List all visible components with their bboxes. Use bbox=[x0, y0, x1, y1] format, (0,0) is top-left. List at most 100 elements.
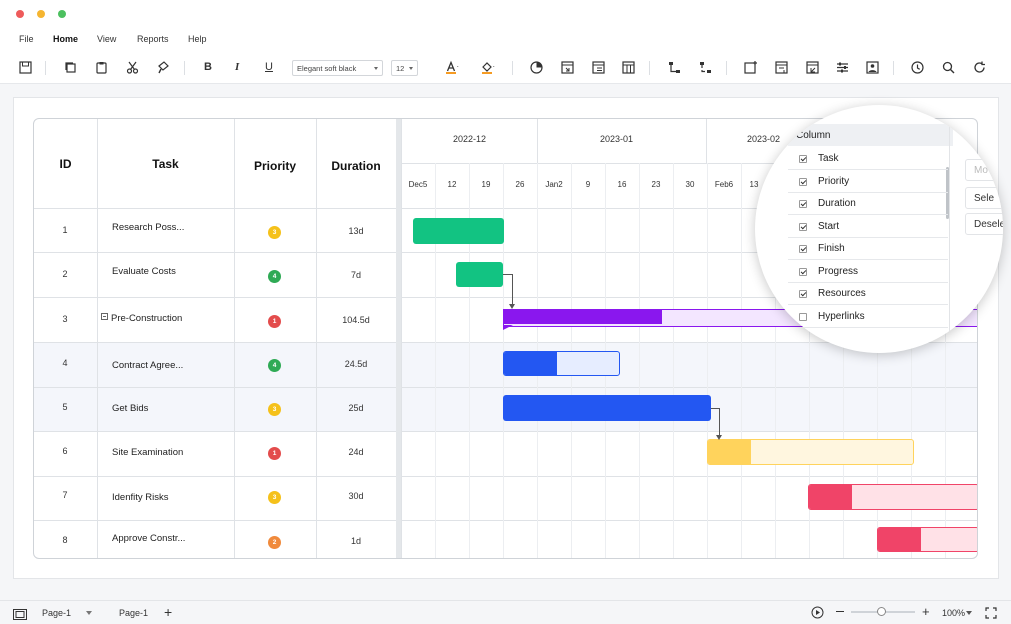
checkbox-icon[interactable] bbox=[799, 268, 807, 276]
add-row-icon[interactable] bbox=[743, 60, 758, 75]
font-family-select[interactable]: Elegant soft black bbox=[292, 60, 383, 76]
image-icon[interactable] bbox=[865, 60, 880, 75]
underline-button[interactable]: U bbox=[265, 61, 273, 73]
save-icon[interactable] bbox=[18, 60, 33, 75]
page-select[interactable]: Page-1 bbox=[42, 608, 71, 618]
menu-reports[interactable]: Reports bbox=[137, 34, 169, 44]
task-bar[interactable] bbox=[877, 527, 977, 552]
font-family-value: Elegant soft black bbox=[297, 64, 357, 73]
checkbox-icon[interactable] bbox=[799, 245, 807, 253]
month-2023-02: 2023-02 bbox=[747, 134, 781, 144]
zoom-slider-handle[interactable] bbox=[877, 607, 886, 616]
copy-icon[interactable] bbox=[63, 60, 78, 75]
menu-help[interactable]: Help bbox=[188, 34, 207, 44]
column-option-duration[interactable]: Duration bbox=[788, 193, 948, 215]
task-name[interactable]: Idenfity Risks bbox=[112, 492, 169, 503]
checkbox-icon[interactable] bbox=[799, 155, 807, 163]
task-bar[interactable] bbox=[503, 395, 711, 421]
minimize-window-button[interactable] bbox=[37, 10, 45, 18]
checkbox-icon[interactable] bbox=[799, 223, 807, 231]
outdent-icon[interactable] bbox=[774, 60, 789, 75]
toolbar: B I U Elegant soft black 12 bbox=[0, 52, 1011, 84]
column-option-start[interactable]: Start bbox=[788, 216, 948, 238]
task-name[interactable]: Research Poss... bbox=[112, 222, 184, 233]
format-painter-icon[interactable] bbox=[156, 60, 171, 75]
column-option-label: Start bbox=[818, 221, 840, 232]
duration-value: 24d bbox=[348, 447, 364, 457]
checkbox-icon[interactable] bbox=[799, 290, 807, 298]
zoom-level[interactable]: 100% bbox=[942, 608, 965, 618]
task-name[interactable]: Site Examination bbox=[112, 447, 183, 458]
page-tab[interactable]: Page-1 bbox=[119, 608, 148, 618]
column-option-label: Priority bbox=[818, 176, 850, 187]
unlink-tasks-icon[interactable] bbox=[698, 60, 713, 75]
fill-color-icon[interactable] bbox=[480, 60, 495, 75]
paste-icon[interactable] bbox=[94, 60, 109, 75]
menu-view[interactable]: View bbox=[97, 34, 116, 44]
priority-badge: 1 bbox=[268, 447, 281, 460]
indent-icon[interactable] bbox=[805, 60, 820, 75]
task-bar[interactable] bbox=[456, 262, 503, 287]
settings-sliders-icon[interactable] bbox=[835, 60, 850, 75]
column-option-label: Task bbox=[818, 153, 839, 164]
maximize-window-button[interactable] bbox=[58, 10, 66, 18]
link-tasks-icon[interactable] bbox=[667, 60, 682, 75]
header-id: ID bbox=[59, 157, 72, 171]
clock-icon[interactable] bbox=[910, 60, 925, 75]
menu-bar: File Home View Reports Help bbox=[0, 26, 1011, 52]
zoom-out-icon[interactable] bbox=[836, 611, 844, 612]
column-option-finish[interactable]: Finish bbox=[788, 238, 948, 260]
checkbox-icon[interactable] bbox=[799, 200, 807, 208]
checkbox-icon[interactable] bbox=[799, 178, 807, 186]
bold-button[interactable]: B bbox=[204, 61, 212, 73]
cut-icon[interactable] bbox=[125, 60, 140, 75]
table-icon[interactable] bbox=[621, 60, 636, 75]
task-bar[interactable] bbox=[808, 484, 977, 510]
select-all-button[interactable]: Sele bbox=[965, 187, 1003, 209]
column-option-resources[interactable]: Resources bbox=[788, 283, 948, 305]
page-layout-icon[interactable] bbox=[13, 607, 27, 620]
close-window-button[interactable] bbox=[16, 10, 24, 18]
insert-task-icon[interactable] bbox=[560, 60, 575, 75]
checkbox-icon[interactable] bbox=[799, 313, 807, 321]
insert-subtask-icon[interactable] bbox=[591, 60, 606, 75]
column-option-priority[interactable]: Priority bbox=[788, 171, 948, 193]
priority-badge: 2 bbox=[268, 536, 281, 549]
day-label: 30 bbox=[685, 180, 695, 189]
menu-home[interactable]: Home bbox=[53, 34, 78, 44]
fullscreen-icon[interactable] bbox=[985, 606, 997, 619]
deselect-all-button[interactable]: Desele bbox=[965, 213, 1003, 235]
header-task: Task bbox=[152, 157, 179, 171]
task-name-group[interactable]: Pre-Construction bbox=[101, 313, 182, 324]
column-option-progress[interactable]: Progress bbox=[788, 261, 948, 283]
task-name[interactable]: Contract Agree... bbox=[112, 360, 183, 371]
row-id: 3 bbox=[62, 314, 68, 324]
chevron-down-icon[interactable] bbox=[86, 611, 92, 615]
add-page-icon[interactable]: + bbox=[164, 604, 172, 620]
task-bar[interactable] bbox=[707, 439, 914, 465]
font-color-icon[interactable] bbox=[444, 60, 459, 75]
move-button[interactable]: Mo bbox=[965, 159, 1003, 181]
column-option-hyperlinks[interactable]: Hyperlinks bbox=[788, 306, 948, 328]
progress-pie-icon[interactable] bbox=[529, 60, 544, 75]
zoom-in-icon[interactable]: + bbox=[922, 604, 930, 619]
task-bar[interactable] bbox=[413, 218, 504, 244]
task-bar[interactable] bbox=[503, 351, 620, 376]
refresh-icon[interactable] bbox=[972, 60, 987, 75]
menu-file[interactable]: File bbox=[19, 34, 34, 44]
day-label: 9 bbox=[585, 180, 591, 189]
task-name[interactable]: Approve Constr... bbox=[112, 533, 185, 544]
search-icon[interactable] bbox=[941, 60, 956, 75]
duration-value: 25d bbox=[348, 403, 364, 413]
column-option-task[interactable]: Task bbox=[788, 148, 948, 170]
collapse-icon[interactable] bbox=[101, 313, 108, 320]
zoom-dropdown-icon[interactable] bbox=[966, 611, 972, 615]
italic-button[interactable]: I bbox=[235, 61, 239, 73]
duration-value: 13d bbox=[348, 226, 364, 236]
play-icon[interactable] bbox=[811, 606, 824, 619]
task-name[interactable]: Evaluate Costs bbox=[112, 266, 176, 277]
task-name: Pre-Construction bbox=[111, 313, 183, 324]
font-size-select[interactable]: 12 bbox=[391, 60, 418, 76]
summary-bar-notch bbox=[503, 325, 513, 330]
task-name[interactable]: Get Bids bbox=[112, 403, 148, 414]
